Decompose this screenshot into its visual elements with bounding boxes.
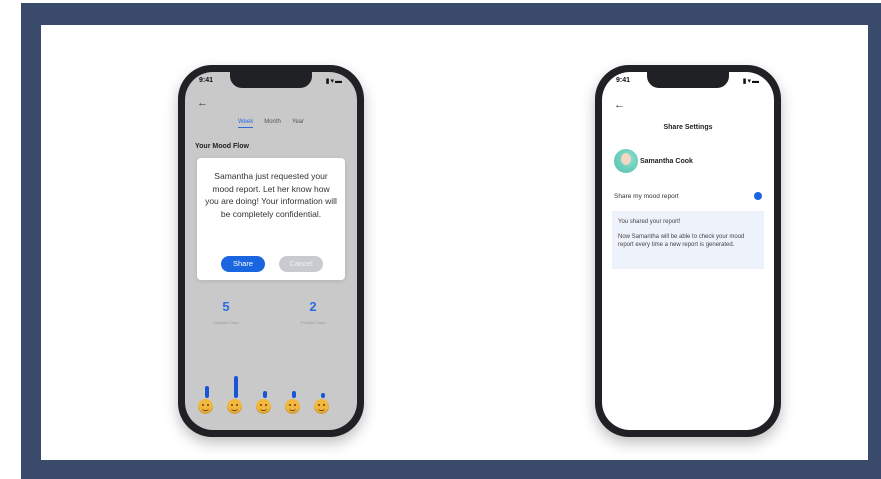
mood-flow-title: Your Mood Flow (195, 143, 249, 150)
mood-bar-fill (205, 386, 209, 398)
info-description: Now Samantha will be able to check your … (618, 234, 745, 248)
avatar-head (621, 153, 631, 165)
phone1-notch (230, 72, 312, 88)
status-time: 9:41 (616, 77, 631, 84)
smiling-face-icon (314, 399, 329, 414)
stat-value: 2 (309, 299, 317, 314)
mood-bar (234, 364, 238, 398)
modal-message: Samantha just requested your mood report… (205, 171, 337, 219)
status-time: 9:41 (199, 77, 214, 84)
mood-bar-fill (292, 391, 296, 398)
tired-face-icon (198, 399, 213, 414)
share-toggle[interactable] (754, 192, 762, 200)
back-arrow-icon[interactable]: ← (197, 97, 208, 109)
stat-label: Negative Days (212, 320, 239, 325)
share-info-box: You shared your report! Now Samantha wil… (612, 211, 764, 269)
share-button[interactable]: Share (221, 256, 265, 272)
info-confirmation: You shared your report! (618, 219, 681, 225)
crying-face-icon (227, 399, 242, 414)
tab-month[interactable]: Month (264, 119, 281, 128)
period-tabs: Week Month Year (185, 119, 357, 128)
mood-bar (205, 364, 209, 398)
phone1-screen: 9:41 ▮▾▬ ← Week Month Year Your Mood Flo… (185, 72, 357, 430)
mood-bar-fill (234, 376, 238, 398)
share-request-modal: Samantha just requested your mood report… (197, 158, 345, 280)
phone2-screen: 9:41 ▮▾▬ ← Share Settings Samantha Cook … (602, 72, 774, 430)
status-icons: ▮▾▬ (325, 78, 343, 85)
stat-value: 5 (222, 299, 230, 314)
share-toggle-label: Share my mood report (614, 193, 679, 200)
user-name: Samantha Cook (640, 158, 693, 165)
tab-year[interactable]: Year (292, 119, 304, 128)
phone-mood-report: 9:41 ▮▾▬ ← Week Month Year Your Mood Flo… (178, 65, 364, 437)
mood-bar (321, 364, 325, 398)
presentation-frame: 9:41 ▮▾▬ ← Week Month Year Your Mood Flo… (21, 3, 881, 479)
mood-bar-chart (199, 364, 343, 398)
mood-bar-fill (321, 393, 325, 398)
stat-positive-days: 2 Positive Days (283, 299, 343, 325)
grinning-face-icon (285, 399, 300, 414)
mood-bar-fill (263, 391, 267, 398)
slide-canvas: 9:41 ▮▾▬ ← Week Month Year Your Mood Flo… (41, 25, 868, 460)
stat-label: Positive Days (300, 320, 326, 325)
phone-share-settings: 9:41 ▮▾▬ ← Share Settings Samantha Cook … (595, 65, 781, 437)
phone2-notch (647, 72, 729, 88)
cancel-button[interactable]: Cancel (279, 256, 323, 272)
stat-negative-days: 5 Negative Days (196, 299, 256, 325)
tab-week[interactable]: Week (237, 119, 254, 128)
neutral-face-icon (256, 399, 271, 414)
page-title: Share Settings (663, 124, 713, 131)
mood-emoji-row (197, 399, 345, 415)
mood-bar (263, 364, 267, 398)
back-arrow-icon[interactable]: ← (614, 99, 625, 111)
mood-bar (292, 364, 296, 398)
avatar (614, 149, 638, 173)
share-toggle-row[interactable]: Share my mood report (614, 192, 762, 204)
status-icons: ▮▾▬ (742, 78, 760, 85)
